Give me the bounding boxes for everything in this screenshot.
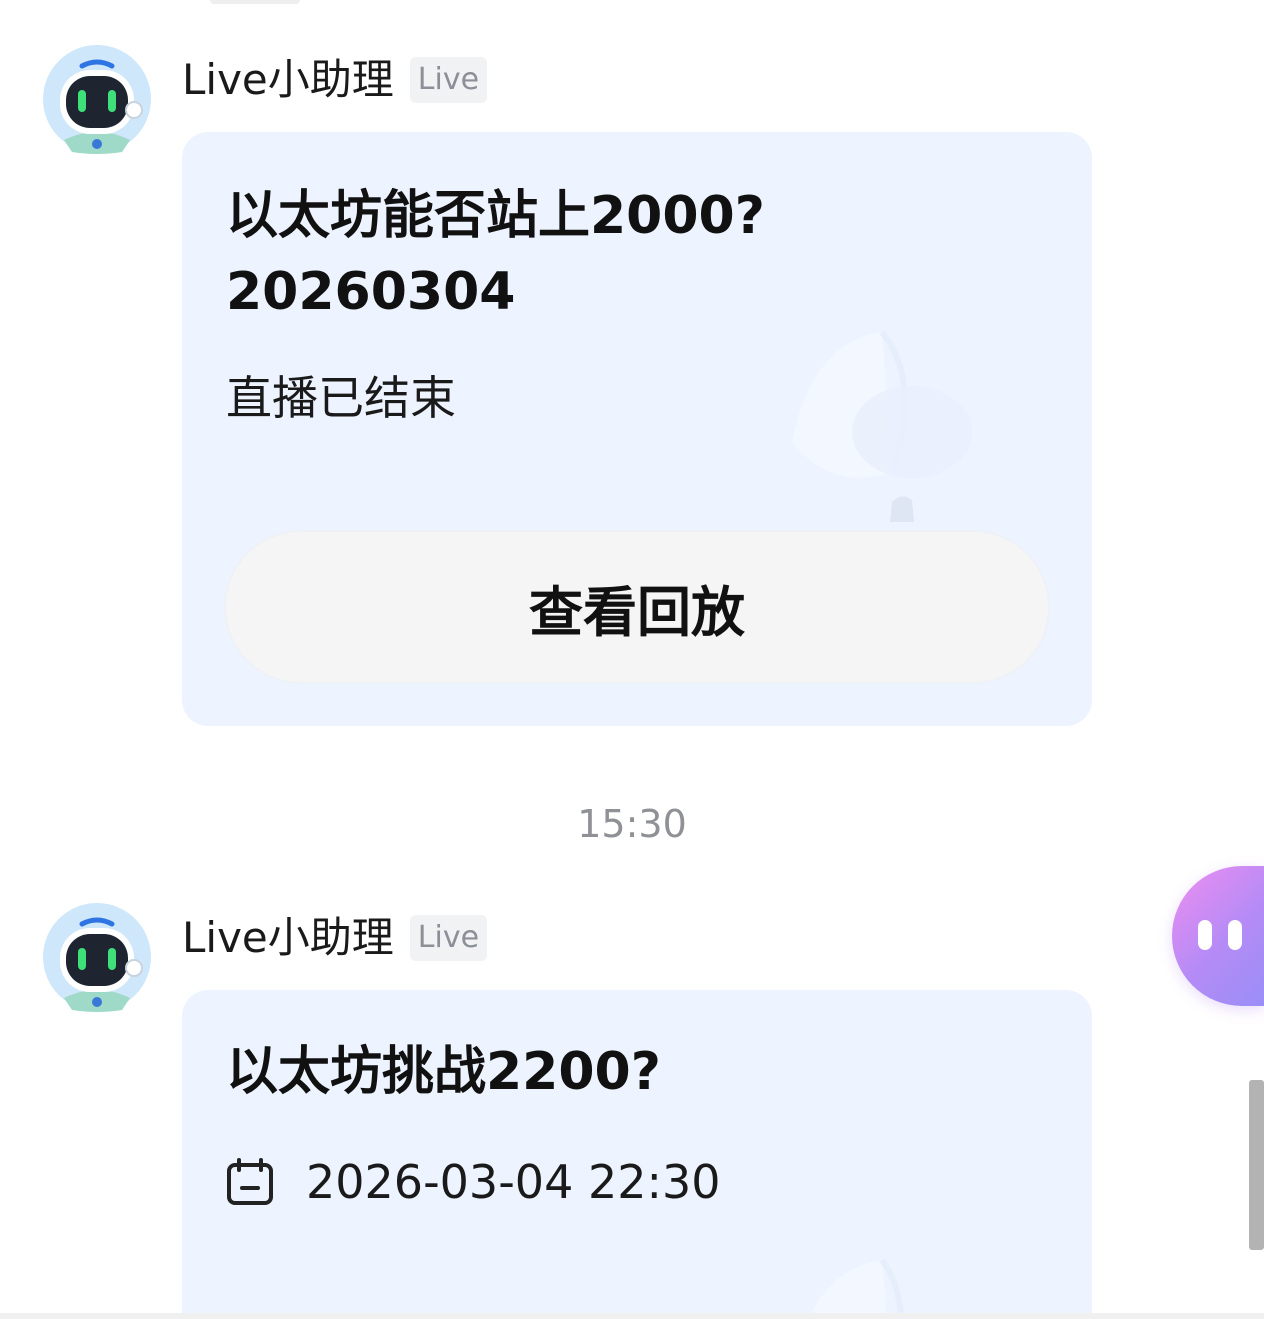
- sender-row: Live小助理 Live: [182, 50, 488, 110]
- chat-page: Live小助理 Live 以太坊能否站上2000? 20260304 直播已结束…: [0, 0, 1264, 1319]
- robot-avatar-icon[interactable]: [42, 44, 152, 154]
- sender-name: Live小助理: [182, 55, 394, 104]
- live-title-line-1: 以太坊挑战2200?: [226, 1042, 661, 1102]
- live-badge: Live: [409, 915, 488, 961]
- live-title: 以太坊挑战2200?: [226, 1034, 1046, 1110]
- live-badge: Live: [409, 57, 488, 103]
- robot-avatar-icon[interactable]: [42, 902, 152, 1012]
- assistant-eye: [1228, 920, 1242, 950]
- live-title-line-1: 以太坊能否站上2000?: [226, 186, 765, 246]
- live-card[interactable]: 以太坊能否站上2000? 20260304 直播已结束 查看回放: [182, 132, 1092, 726]
- live-status: 直播已结束: [226, 371, 456, 425]
- megaphone-icon: [808, 1258, 905, 1319]
- schedule-row: 2026-03-04 22:30: [226, 1152, 721, 1212]
- previous-item-edge: [210, 0, 300, 4]
- live-title-line-2: 20260304: [226, 262, 516, 322]
- scrollbar-thumb[interactable]: [1249, 1080, 1264, 1250]
- live-card[interactable]: 以太坊挑战2200? 2026-03-04 22:30: [182, 990, 1092, 1319]
- calendar-icon: [227, 1158, 273, 1205]
- assistant-bubble-icon[interactable]: [1172, 866, 1264, 1006]
- megaphone-icon: [792, 330, 972, 522]
- live-title: 以太坊能否站上2000? 20260304: [226, 178, 1046, 330]
- sender-row: Live小助理 Live: [182, 908, 488, 968]
- chat-timestamp: 15:30: [577, 802, 687, 846]
- assistant-eye: [1198, 920, 1212, 950]
- bottom-divider: [0, 1313, 1264, 1319]
- schedule-time: 2026-03-04 22:30: [306, 1155, 721, 1209]
- view-replay-button[interactable]: 查看回放: [226, 532, 1048, 682]
- sender-name: Live小助理: [182, 913, 394, 962]
